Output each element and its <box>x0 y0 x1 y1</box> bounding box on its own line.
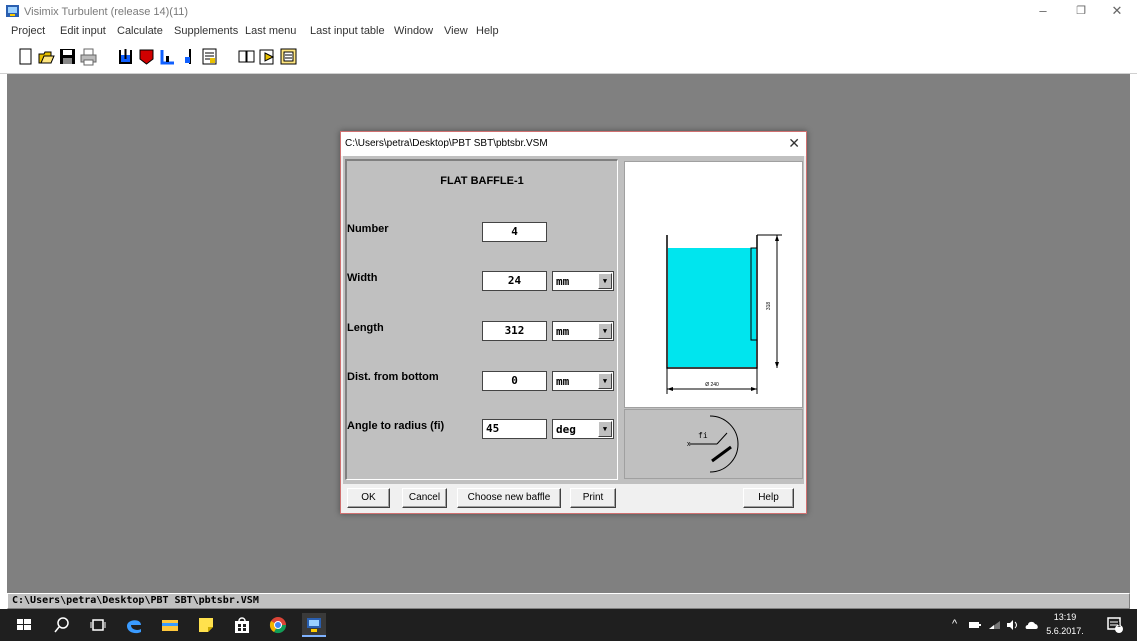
new-icon[interactable] <box>17 48 34 66</box>
angle-input[interactable]: 45 <box>482 419 547 439</box>
length-unit-select[interactable]: mm ▼ <box>552 321 614 341</box>
edge-browser-icon[interactable] <box>122 613 146 637</box>
height-label: 318 <box>766 302 772 311</box>
dialog-button-bar: OK Cancel Choose new baffle Print Help <box>343 484 804 513</box>
menu-supplements[interactable]: Supplements <box>174 25 238 37</box>
menu-last-menu[interactable]: Last menu <box>245 25 296 37</box>
store-icon[interactable] <box>230 613 254 637</box>
chevron-down-icon[interactable]: ▼ <box>598 273 612 289</box>
dist-unit-select[interactable]: mm ▼ <box>552 371 614 391</box>
flat-baffle-dialog: C:\Users\petra\Desktop\PBT SBT\pbtsbr.VS… <box>340 131 807 514</box>
ok-button[interactable]: OK <box>347 488 390 508</box>
chrome-icon[interactable] <box>266 613 290 637</box>
battery-icon[interactable] <box>968 619 982 631</box>
dist-unit-value: mm <box>556 375 570 388</box>
visimix-taskbar-icon[interactable] <box>302 613 326 637</box>
task-view-icon[interactable] <box>86 613 110 637</box>
fi-label: fi <box>698 431 708 440</box>
status-bar: C:\Users\petra\Desktop\PBT SBT\pbtsbr.VS… <box>7 593 1130 609</box>
length-unit-value: mm <box>556 325 570 338</box>
dialog-close-button[interactable]: ✕ <box>788 135 800 152</box>
file-explorer-icon[interactable] <box>158 613 182 637</box>
dist-from-bottom-label: Dist. from bottom <box>347 371 439 383</box>
menu-help[interactable]: Help <box>476 25 499 37</box>
baffle-parameters-panel: FLAT BAFFLE-1 Number 4 Width 24 mm ▼ Len… <box>345 159 618 480</box>
angle-unit-select[interactable]: deg ▼ <box>552 419 614 439</box>
menu-view[interactable]: View <box>444 25 468 37</box>
dist-from-bottom-input[interactable]: 0 <box>482 371 547 391</box>
menu-project[interactable]: Project <box>11 25 45 37</box>
length-input[interactable]: 312 <box>482 321 547 341</box>
help-button[interactable]: Help <box>743 488 794 508</box>
visimix-app-icon <box>6 5 19 17</box>
dialog-body: FLAT BAFFLE-1 Number 4 Width 24 mm ▼ Len… <box>343 156 804 484</box>
angle-unit-value: deg <box>556 423 576 436</box>
menu-window[interactable]: Window <box>394 25 433 37</box>
open-icon[interactable] <box>38 48 55 66</box>
angle-label: Angle to radius (fi) <box>347 420 445 432</box>
arrowhead <box>667 387 673 391</box>
toolbar <box>0 40 1137 74</box>
sticky-notes-icon[interactable] <box>194 613 218 637</box>
width-unit-select[interactable]: mm ▼ <box>552 271 614 291</box>
panel-heading: FLAT BAFFLE-1 <box>440 175 524 187</box>
vessel-icon[interactable] <box>117 48 134 66</box>
maximize-button[interactable]: ❐ <box>1064 0 1098 22</box>
vessel-drawing: 318 Ø 240 <box>666 234 782 394</box>
angle-drawing: x fi <box>687 415 739 473</box>
chevron-down-icon[interactable]: ▼ <box>598 421 612 437</box>
heat-transfer-icon[interactable] <box>159 48 176 66</box>
close-button[interactable]: ✕ <box>1100 0 1134 22</box>
width-unit-value: mm <box>556 275 570 288</box>
width-label: Width <box>347 272 378 284</box>
save-icon[interactable] <box>59 48 76 66</box>
radius-axis-marker: x <box>687 441 691 448</box>
wifi-icon[interactable] <box>988 619 1002 631</box>
vessel-diagram: 318 Ø 240 <box>624 161 803 408</box>
cancel-button[interactable]: Cancel <box>402 488 447 508</box>
table-icon[interactable] <box>201 48 218 66</box>
chevron-up-icon[interactable]: ^ <box>952 618 957 630</box>
onedrive-icon[interactable] <box>1025 620 1039 630</box>
arrowhead <box>775 362 779 368</box>
angle-line <box>716 432 728 445</box>
liquid-level <box>668 248 756 367</box>
dialog-title-bar: C:\Users\petra\Desktop\PBT SBT\pbtsbr.VS… <box>341 132 806 156</box>
choose-new-baffle-button[interactable]: Choose new baffle <box>457 488 561 508</box>
print-icon[interactable] <box>80 48 97 66</box>
notification-count: 1 <box>1117 622 1121 629</box>
menu-edit-input[interactable]: Edit input <box>60 25 106 37</box>
menu-calculate[interactable]: Calculate <box>117 25 163 37</box>
app-title: Visimix Turbulent (release 14)(11) <box>24 6 189 18</box>
width-input[interactable]: 24 <box>482 271 547 291</box>
book-icon[interactable] <box>238 48 255 66</box>
clock-time[interactable]: 13:19 <box>1046 612 1084 622</box>
report-icon[interactable] <box>280 48 297 66</box>
status-file-path: C:\Users\petra\Desktop\PBT SBT\pbtsbr.VS… <box>12 595 259 606</box>
length-label: Length <box>347 322 384 334</box>
minimize-button[interactable]: – <box>1026 0 1060 22</box>
arrowhead <box>751 387 757 391</box>
impeller-icon[interactable] <box>180 48 197 66</box>
menu-bar: Project Edit input Calculate Supplements… <box>0 22 1137 40</box>
number-label: Number <box>347 223 389 235</box>
baffle-angle-bar <box>711 445 732 463</box>
windows-start-icon[interactable] <box>12 613 36 637</box>
app-title-bar: Visimix Turbulent (release 14)(11) – ❐ ✕ <box>0 0 1137 22</box>
baffle-icon[interactable] <box>138 48 155 66</box>
search-icon[interactable] <box>50 613 74 637</box>
arrowhead <box>775 235 779 241</box>
chevron-down-icon[interactable]: ▼ <box>598 373 612 389</box>
clock-date[interactable]: 5.6.2017. <box>1046 626 1084 636</box>
print-button[interactable]: Print <box>570 488 616 508</box>
dialog-title: C:\Users\petra\Desktop\PBT SBT\pbtsbr.VS… <box>345 138 548 149</box>
menu-last-input-table[interactable]: Last input table <box>310 25 385 37</box>
windows-taskbar: ^ 13:19 5.6.2017. 1 <box>0 609 1137 641</box>
calculate-icon[interactable] <box>259 48 276 66</box>
diameter-label: Ø 240 <box>705 382 719 388</box>
angle-diagram: x fi <box>624 409 803 479</box>
volume-icon[interactable] <box>1006 619 1020 631</box>
chevron-down-icon[interactable]: ▼ <box>598 323 612 339</box>
number-input[interactable]: 4 <box>482 222 547 242</box>
